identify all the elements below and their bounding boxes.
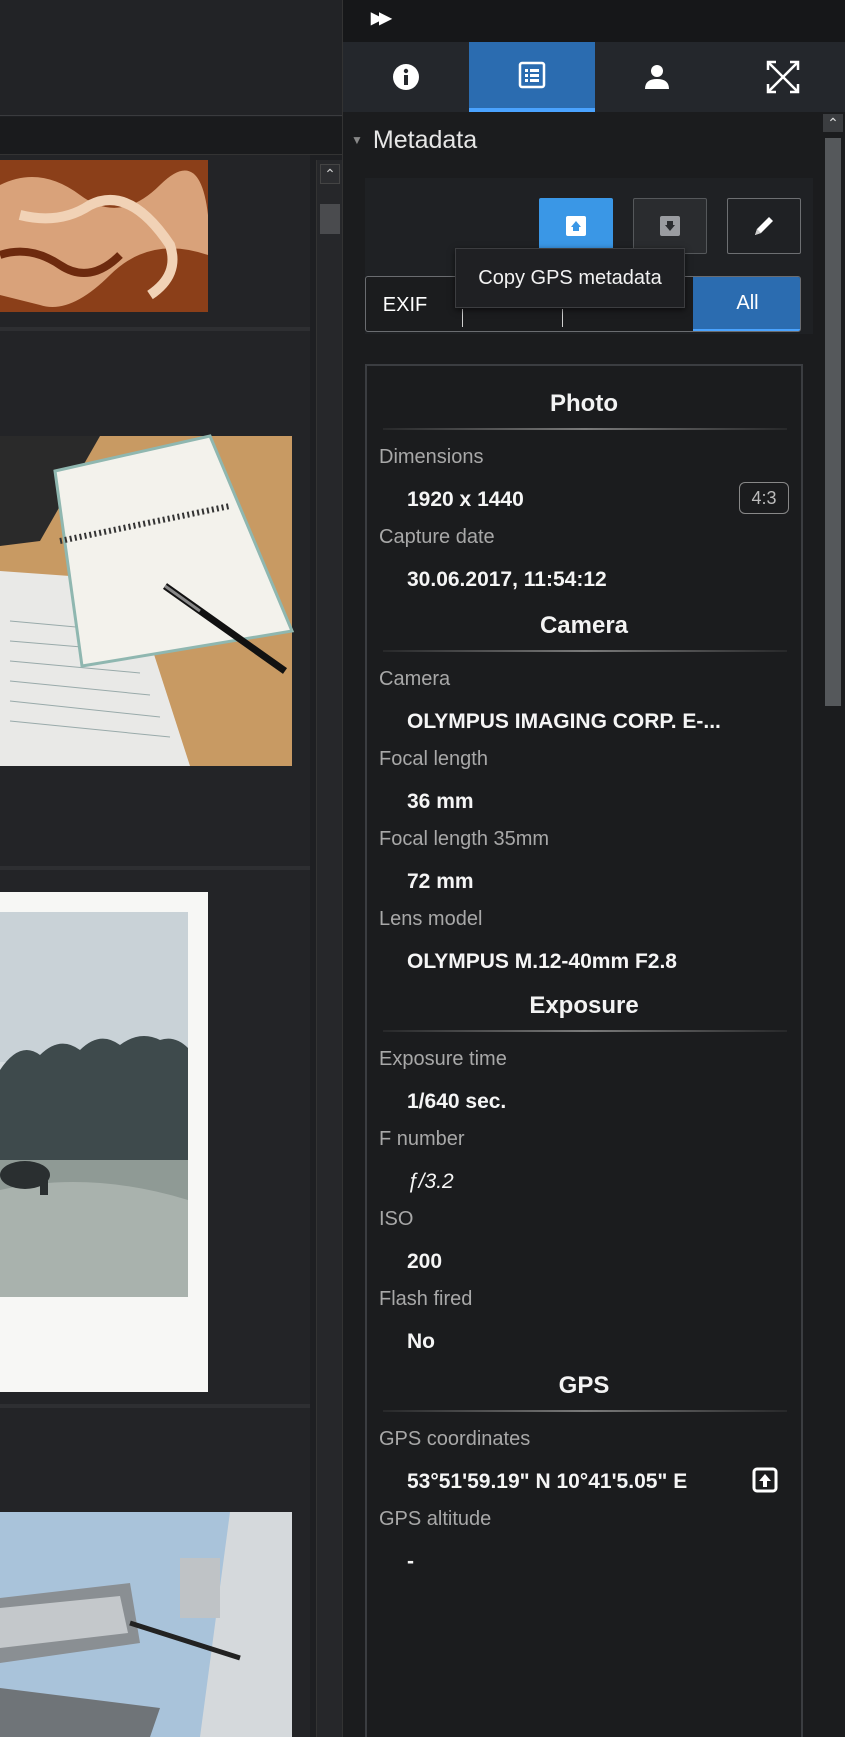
info-icon bbox=[392, 64, 419, 90]
capture-date-value: 30.06.2017, 11:54:12 bbox=[407, 568, 607, 591]
tab-people[interactable] bbox=[595, 42, 721, 112]
thumbnail-cell[interactable] bbox=[0, 331, 310, 866]
camera-label: Camera bbox=[379, 668, 451, 690]
thumbnail-latte-image bbox=[0, 155, 310, 327]
panel-top-strip: ▶▶ bbox=[343, 0, 845, 42]
group-title-photo: Photo bbox=[550, 390, 618, 417]
dimensions-label: Dimensions bbox=[379, 446, 484, 468]
divider bbox=[383, 1030, 787, 1032]
metadata-list-icon bbox=[518, 61, 545, 89]
section-title: Metadata bbox=[372, 125, 478, 154]
thumbnail-cell[interactable] bbox=[0, 870, 310, 1404]
copy-coordinates-icon[interactable] bbox=[751, 1466, 779, 1494]
metadata-content: ▼ Metadata EXIF All Copy GPS metadata Ph… bbox=[343, 112, 819, 1737]
upload-box-icon bbox=[566, 216, 586, 236]
tab-info[interactable] bbox=[343, 42, 469, 112]
thumbnail-notebook-image bbox=[0, 331, 310, 866]
thumbnail-cell[interactable] bbox=[0, 1408, 310, 1737]
caret-down-icon: ▼ bbox=[351, 133, 363, 147]
paste-gps-button[interactable] bbox=[633, 198, 707, 254]
fast-forward-icon[interactable]: ▶▶ bbox=[371, 8, 392, 28]
flash-fired-label: Flash fired bbox=[379, 1288, 473, 1310]
thumbnail-pane: ⌃ bbox=[0, 0, 342, 1737]
aspect-ratio-badge: 4:3 bbox=[739, 482, 789, 514]
tab-metadata[interactable] bbox=[468, 42, 595, 112]
focal-length-35-value: 72 mm bbox=[407, 870, 474, 893]
gps-coordinates-label: GPS coordinates bbox=[379, 1428, 531, 1450]
left-toolbar bbox=[0, 117, 342, 155]
metadata-section-header[interactable]: ▼ Metadata bbox=[351, 122, 477, 158]
capture-date-label: Capture date bbox=[379, 526, 495, 548]
exposure-time-label: Exposure time bbox=[379, 1048, 507, 1070]
scroll-up-icon[interactable]: ⌃ bbox=[320, 164, 340, 184]
thumbnail-cell[interactable] bbox=[0, 155, 310, 327]
group-title-gps: GPS bbox=[558, 1372, 610, 1399]
iso-label: ISO bbox=[379, 1208, 414, 1230]
lens-model-value: OLYMPUS M.12-40mm F2.8 bbox=[407, 950, 677, 973]
panel-tabs bbox=[343, 42, 845, 112]
scrollbar-thumb[interactable] bbox=[825, 138, 841, 706]
scrollbar-thumb[interactable] bbox=[320, 204, 340, 234]
thumbnail-camera-image bbox=[0, 1408, 310, 1737]
group-title-camera: Camera bbox=[539, 612, 629, 639]
camera-value: OLYMPUS IMAGING CORP. E-... bbox=[407, 710, 721, 733]
focal-length-value: 36 mm bbox=[407, 790, 474, 813]
scroll-up-icon[interactable]: ⌃ bbox=[823, 114, 843, 132]
filter-exif[interactable]: EXIF bbox=[366, 277, 444, 331]
f-number-value: ƒ/3.2 bbox=[407, 1170, 454, 1193]
expand-diagonal-icon bbox=[766, 60, 800, 94]
lens-model-label: Lens model bbox=[379, 908, 483, 930]
focal-length-35-label: Focal length 35mm bbox=[379, 828, 550, 850]
edit-button[interactable] bbox=[727, 198, 801, 254]
flash-fired-value: No bbox=[407, 1330, 435, 1353]
exposure-time-value: 1/640 sec. bbox=[407, 1090, 507, 1113]
gps-altitude-value: - bbox=[407, 1550, 414, 1573]
metadata-table: Photo Dimensions 1920 x 1440 4:3 Capture… bbox=[365, 364, 803, 1737]
divider bbox=[383, 650, 787, 652]
divider bbox=[383, 1410, 787, 1412]
focal-length-label: Focal length bbox=[379, 748, 488, 770]
details-panel: ▶▶ ▼ Metadata EXIF All Copy GPS metadata… bbox=[342, 0, 845, 1737]
pencil-icon bbox=[755, 217, 773, 235]
left-header bbox=[0, 0, 342, 116]
f-number-label: F number bbox=[379, 1128, 465, 1150]
filter-all[interactable]: All bbox=[693, 277, 800, 331]
person-icon bbox=[645, 65, 670, 89]
group-title-exposure: Exposure bbox=[529, 992, 639, 1019]
iso-value: 200 bbox=[407, 1250, 443, 1273]
gps-coordinates-value: 53°51'59.19" N 10°41'5.05" E bbox=[407, 1470, 688, 1493]
copy-gps-button[interactable] bbox=[539, 198, 613, 254]
dimensions-value: 1920 x 1440 bbox=[407, 488, 524, 511]
metadata-scrollbar[interactable]: ⌃ bbox=[819, 112, 845, 1737]
tooltip: Copy GPS metadata bbox=[455, 248, 685, 308]
thumbnail-polaroid-image bbox=[0, 870, 310, 1404]
download-box-icon bbox=[660, 216, 680, 236]
gps-altitude-label: GPS altitude bbox=[379, 1508, 492, 1530]
divider bbox=[383, 428, 787, 430]
thumbnail-scrollbar[interactable]: ⌃ bbox=[316, 160, 342, 1737]
tab-expand[interactable] bbox=[720, 42, 845, 112]
